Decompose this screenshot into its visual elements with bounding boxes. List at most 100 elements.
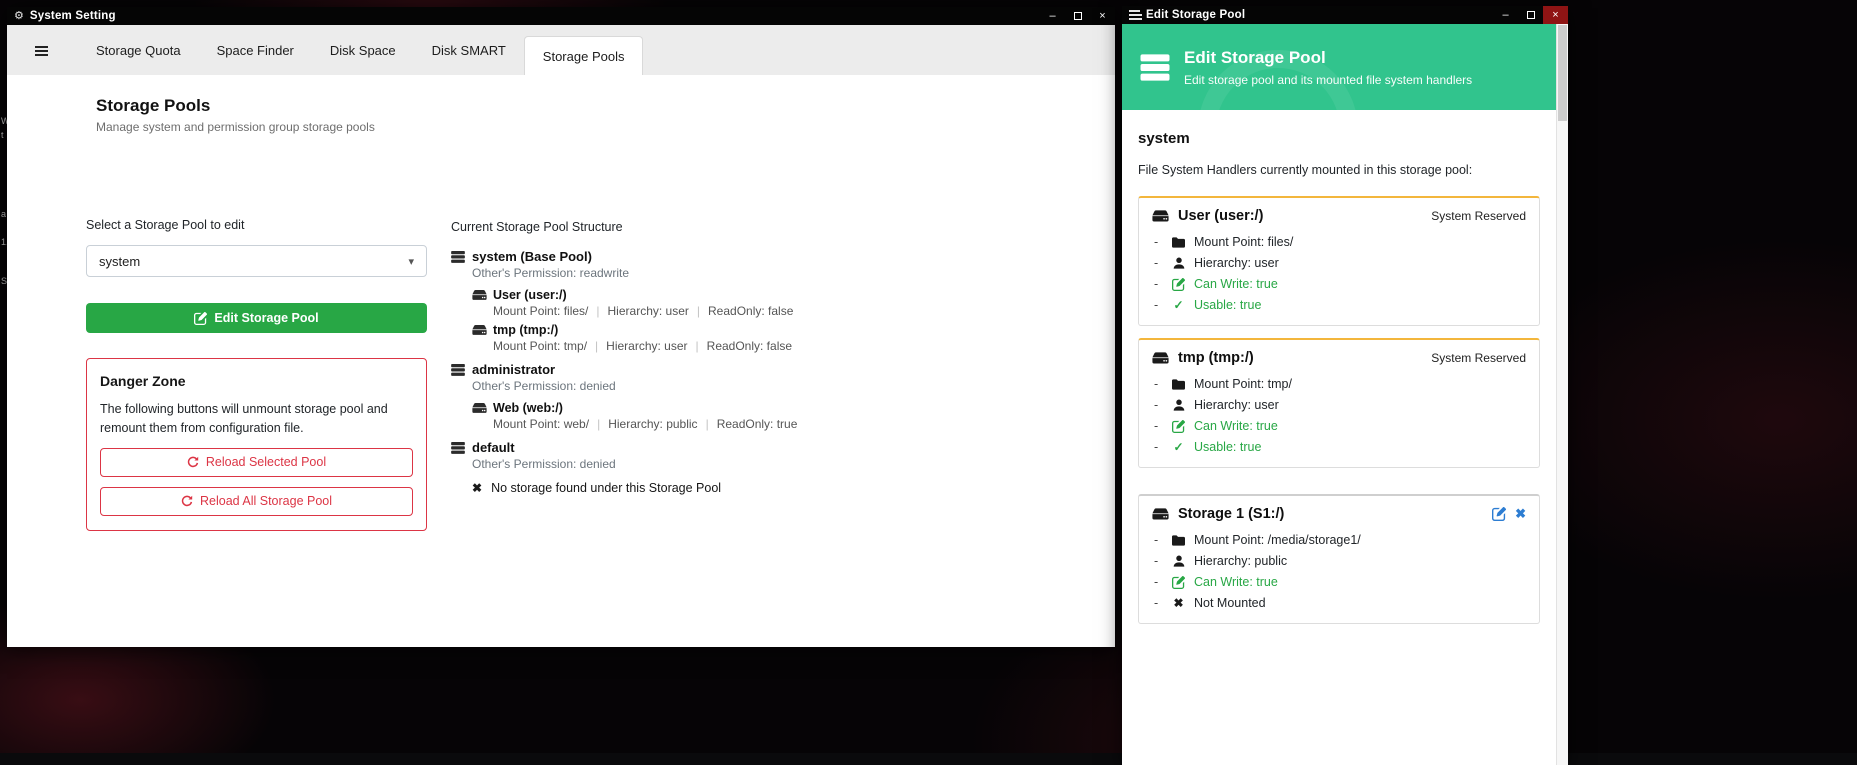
storage-item: User (user:/) Mount Point: files/ | Hier… [472, 288, 1071, 318]
handler-row-text: Mount Point: tmp/ [1194, 377, 1292, 391]
pool-name: administrator [472, 362, 555, 377]
handler-row: - Mount Point: tmp/ [1152, 377, 1526, 391]
minimize-button[interactable]: – [1040, 7, 1065, 25]
edit-pool-banner: Edit Storage Pool Edit storage pool and … [1122, 24, 1556, 110]
structure-title: Current Storage Pool Structure [451, 220, 1071, 234]
desktop-icon-label-fragment: t [1, 130, 4, 140]
system-reserved-badge: System Reserved [1431, 209, 1526, 223]
handler-row-text: Can Write: true [1194, 419, 1278, 433]
cross-icon: ✖ [1170, 596, 1187, 610]
folder-icon [1170, 379, 1187, 390]
user-icon [1170, 257, 1187, 269]
server-icon [1139, 53, 1171, 82]
hamburger-icon [35, 46, 48, 55]
detail-mount: Mount Point: tmp/ [493, 339, 587, 353]
storage-name: tmp (tmp:/) [493, 323, 558, 337]
edit-window-title: Edit Storage Pool [1146, 9, 1245, 21]
pool-permission: Other's Permission: denied [472, 457, 1071, 471]
menu-button[interactable] [26, 46, 56, 55]
reload-all-pool-button[interactable]: Reload All Storage Pool [100, 487, 413, 516]
edit-window-titlebar[interactable]: Edit Storage Pool – × [1122, 6, 1568, 24]
handler-row: - Can Write: true [1152, 575, 1526, 589]
handler-row: - Can Write: true [1152, 277, 1526, 291]
danger-zone-card: Danger Zone The following buttons will u… [86, 358, 427, 531]
pool-name: system (Base Pool) [472, 249, 592, 264]
maximize-button[interactable] [1518, 6, 1543, 24]
bullet: - [1154, 440, 1163, 454]
storage-pool-tree: system (Base Pool) Other's Permission: r… [451, 249, 1071, 495]
scrollbar-thumb[interactable] [1558, 25, 1567, 121]
edit-icon [194, 312, 207, 325]
system-window-titlebar[interactable]: ⚙ System Setting – × [7, 7, 1115, 25]
bullet: - [1154, 277, 1163, 291]
maximize-button[interactable] [1065, 7, 1090, 25]
reload-selected-pool-button[interactable]: Reload Selected Pool [100, 448, 413, 477]
hdd-icon [1152, 351, 1169, 365]
edit-pool-content: system File System Handlers currently mo… [1122, 110, 1556, 765]
bullet: - [1154, 575, 1163, 589]
server-icon [451, 442, 467, 454]
edit-icon [1170, 420, 1187, 433]
bullet: - [1154, 235, 1163, 249]
maximize-icon [1527, 11, 1535, 19]
handler-card-tmp: tmp (tmp:/) System Reserved - Mount Poin… [1138, 338, 1540, 468]
separator: | [595, 339, 598, 353]
maximize-icon [1074, 12, 1082, 20]
handler-row-text: Hierarchy: public [1194, 554, 1287, 568]
tab-disk-space[interactable]: Disk Space [312, 25, 414, 75]
edit-storage-pool-window: Edit Storage Pool – × Edit Storage Pool … [1122, 6, 1568, 765]
close-icon: × [1552, 9, 1558, 21]
edit-storage-pool-button[interactable]: Edit Storage Pool [86, 303, 427, 333]
handler-row-text: Usable: true [1194, 440, 1261, 454]
handler-row-text: Can Write: true [1194, 575, 1278, 589]
bullet: - [1154, 596, 1163, 610]
handler-row: - Mount Point: files/ [1152, 235, 1526, 249]
separator: | [697, 304, 700, 318]
storage-pool-select[interactable]: system ▾ [86, 245, 427, 277]
handler-row-text: Hierarchy: user [1194, 256, 1279, 270]
detail-readonly: ReadOnly: false [707, 339, 792, 353]
close-button[interactable]: × [1543, 6, 1568, 24]
edit-handler-button[interactable] [1492, 507, 1506, 521]
system-reserved-badge: System Reserved [1431, 351, 1526, 365]
tab-storage-quota[interactable]: Storage Quota [78, 25, 199, 75]
reload-selected-pool-label: Reload Selected Pool [206, 455, 326, 469]
folder-icon [1170, 237, 1187, 248]
separator: | [597, 417, 600, 431]
handler-row: - Can Write: true [1152, 419, 1526, 433]
server-icon [451, 364, 467, 376]
edit-icon [1170, 278, 1187, 291]
handler-row: - Mount Point: /media/storage1/ [1152, 533, 1526, 547]
desktop-icon-label-fragment: a [1, 209, 6, 219]
storage-item: tmp (tmp:/) Mount Point: tmp/ | Hierarch… [472, 323, 1071, 353]
empty-pool-text: No storage found under this Storage Pool [491, 481, 721, 495]
handler-row: - ✓ Usable: true [1152, 440, 1526, 454]
separator: | [696, 339, 699, 353]
tab-storage-pools[interactable]: Storage Pools [524, 36, 644, 75]
select-pool-label: Select a Storage Pool to edit [86, 218, 427, 232]
hamburger-icon [1129, 10, 1140, 21]
tab-disk-smart[interactable]: Disk SMART [414, 25, 524, 75]
bullet: - [1154, 533, 1163, 547]
bullet: - [1154, 398, 1163, 412]
tab-space-finder[interactable]: Space Finder [199, 25, 312, 75]
bullet: - [1154, 554, 1163, 568]
storage-pool-select-value: system [99, 254, 140, 269]
handler-row: - ✖ Not Mounted [1152, 596, 1526, 610]
bullet: - [1154, 298, 1163, 312]
bullet: - [1154, 377, 1163, 391]
check-icon: ✓ [1170, 298, 1187, 312]
scrollbar[interactable] [1556, 24, 1568, 765]
detail-mount: Mount Point: files/ [493, 304, 588, 318]
storage-name: User (user:/) [493, 288, 567, 302]
close-button[interactable]: × [1090, 7, 1115, 25]
pool-administrator: administrator Other's Permission: denied… [451, 362, 1071, 431]
minimize-icon: – [1502, 9, 1508, 21]
pool-permission: Other's Permission: readwrite [472, 266, 1071, 280]
minimize-button[interactable]: – [1493, 6, 1518, 24]
bullet: - [1154, 256, 1163, 270]
handler-row: - Hierarchy: user [1152, 256, 1526, 270]
remove-handler-button[interactable]: ✖ [1515, 506, 1526, 522]
separator: | [706, 417, 709, 431]
desktop-taskbar [0, 753, 1857, 765]
